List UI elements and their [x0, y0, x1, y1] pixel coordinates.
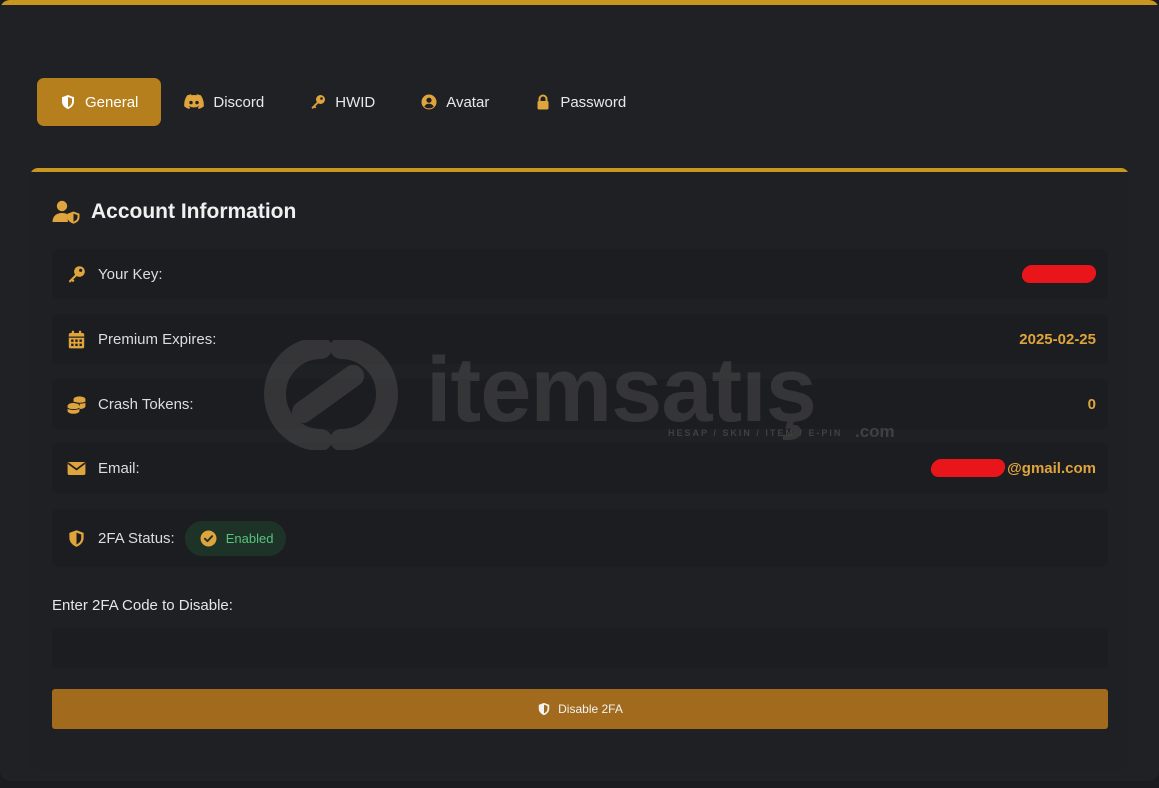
premium-value: 2025-02-25	[1019, 330, 1096, 348]
tab-avatar[interactable]: Avatar	[398, 78, 512, 126]
discord-icon	[184, 94, 205, 109]
tokens-value: 0	[1087, 395, 1096, 413]
lock-icon	[537, 94, 549, 110]
coins-icon	[66, 395, 86, 414]
tab-hwid[interactable]: HWID	[287, 78, 398, 126]
calendar-icon	[68, 330, 84, 348]
status-badge-text: Enabled	[225, 530, 274, 546]
premium-row: Premium Expires: 2025-02-25	[52, 314, 1108, 364]
shield-icon	[538, 702, 550, 716]
shield-icon	[62, 95, 74, 109]
email-value-text: @gmail.com	[1007, 459, 1096, 477]
tokens-label: Crash Tokens:	[98, 395, 194, 413]
card-title-text: Account Information	[91, 200, 297, 223]
email-value: @gmail.com	[929, 459, 1096, 477]
tab-password[interactable]: Password	[512, 78, 649, 126]
disable-2fa-button-label: Disable 2FA	[558, 702, 623, 716]
key-row: Your Key:	[52, 249, 1108, 299]
redaction-mark	[929, 459, 1007, 477]
user-shield-icon	[52, 200, 80, 224]
shield-icon	[68, 529, 84, 547]
settings-panel: General Discord HWID Avatar Password Acc…	[0, 0, 1159, 781]
card-accent-bar	[30, 168, 1129, 172]
twofa-row: 2FA Status: Enabled	[52, 509, 1108, 567]
tokens-row: Crash Tokens: 0	[52, 379, 1108, 429]
account-card: Account Information Your Key: Premium Ex…	[30, 168, 1129, 770]
key-icon	[68, 265, 85, 283]
email-row: Email: @gmail.com	[52, 443, 1108, 493]
envelope-icon	[67, 461, 85, 475]
tab-bar: General Discord HWID Avatar Password	[37, 78, 649, 126]
key-icon	[311, 95, 326, 109]
tab-label: Password	[560, 93, 627, 111]
premium-label: Premium Expires:	[98, 330, 217, 348]
tab-label: Discord	[213, 93, 265, 111]
tab-label: HWID	[335, 93, 376, 111]
twofa-label: 2FA Status:	[98, 529, 175, 547]
accent-bar	[0, 0, 1159, 5]
key-value	[1020, 265, 1098, 283]
key-label: Your Key:	[98, 265, 163, 283]
check-circle-icon	[200, 530, 217, 546]
tab-label: Avatar	[446, 93, 490, 111]
status-badge: Enabled	[184, 520, 287, 556]
tab-general[interactable]: General	[37, 78, 162, 126]
card-title: Account Information	[52, 200, 296, 224]
tab-discord[interactable]: Discord	[161, 78, 287, 126]
redaction-mark	[1020, 265, 1098, 283]
twofa-code-label: Enter 2FA Code to Disable:	[52, 597, 233, 614]
disable-2fa-button[interactable]: Disable 2FA	[52, 689, 1108, 729]
email-label: Email:	[98, 459, 140, 477]
user-circle-icon	[421, 94, 437, 110]
twofa-code-input[interactable]	[52, 628, 1108, 668]
tab-label: General	[85, 93, 139, 111]
